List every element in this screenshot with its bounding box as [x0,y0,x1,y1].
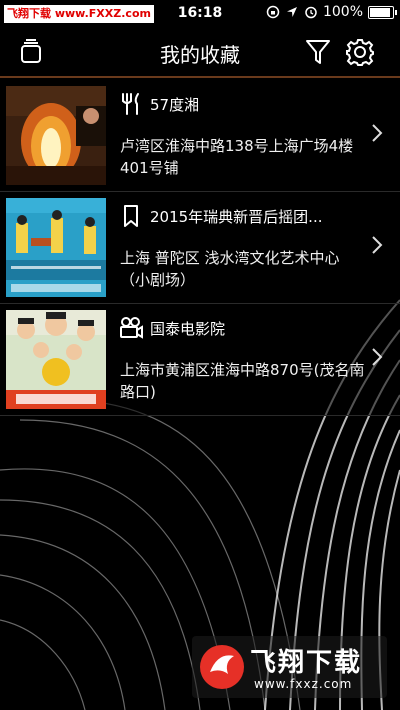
rotation-lock-icon [266,5,280,19]
page-title: 我的收藏 [160,43,240,67]
chevron-right-icon [372,124,383,142]
alarm-clock-icon [305,6,317,19]
list-item[interactable]: 2015年瑞典新晋后摇团... 上海 普陀区 浅水湾文化艺术中心（小剧场） [0,192,400,304]
item-title: 2015年瑞典新晋后摇团... [150,208,323,226]
thumbnail-image [6,86,106,185]
watermark-badge: 飞翔下载 www.fxxz.com [192,636,387,698]
battery-percent: 100% [322,4,363,20]
favorites-list: 57度湘 卢湾区淮海中路138号上海广场4楼401号铺 2015年瑞典新晋后摇团… [0,80,400,416]
item-title: 国泰电影院 [150,320,226,338]
watermark-logo-icon [200,645,244,689]
fork-knife-icon [122,93,139,115]
filter-icon[interactable] [303,38,333,66]
location-arrow-icon [286,7,297,17]
list-item[interactable]: 国泰电影院 上海市黄浦区淮海中路870号(茂名南路口) [0,304,400,416]
thumbnail-image [6,198,106,297]
item-address: 上海 普陀区 浅水湾文化艺术中心（小剧场） [120,249,340,289]
gear-icon[interactable] [345,38,375,66]
item-title: 57度湘 [150,96,200,114]
navigation-bar: 我的收藏 [0,28,400,78]
item-address: 上海市黄浦区淮海中路870号(茂名南路口) [120,361,365,401]
bookmark-icon [124,205,138,227]
chevron-right-icon [372,348,383,366]
thumbnail-image [6,310,106,409]
list-item[interactable]: 57度湘 卢湾区淮海中路138号上海广场4楼401号铺 [0,80,400,192]
watermark-url: www.fxxz.com [254,677,353,691]
movie-camera-icon [120,317,143,339]
chevron-right-icon [372,236,383,254]
watermark-name: 飞翔下载 [250,648,363,678]
item-address: 卢湾区淮海中路138号上海广场4楼401号铺 [120,137,354,177]
status-bar: 飞翔下载 www.FXXZ.com 16:18 100% [0,0,400,28]
battery-icon [368,5,397,19]
